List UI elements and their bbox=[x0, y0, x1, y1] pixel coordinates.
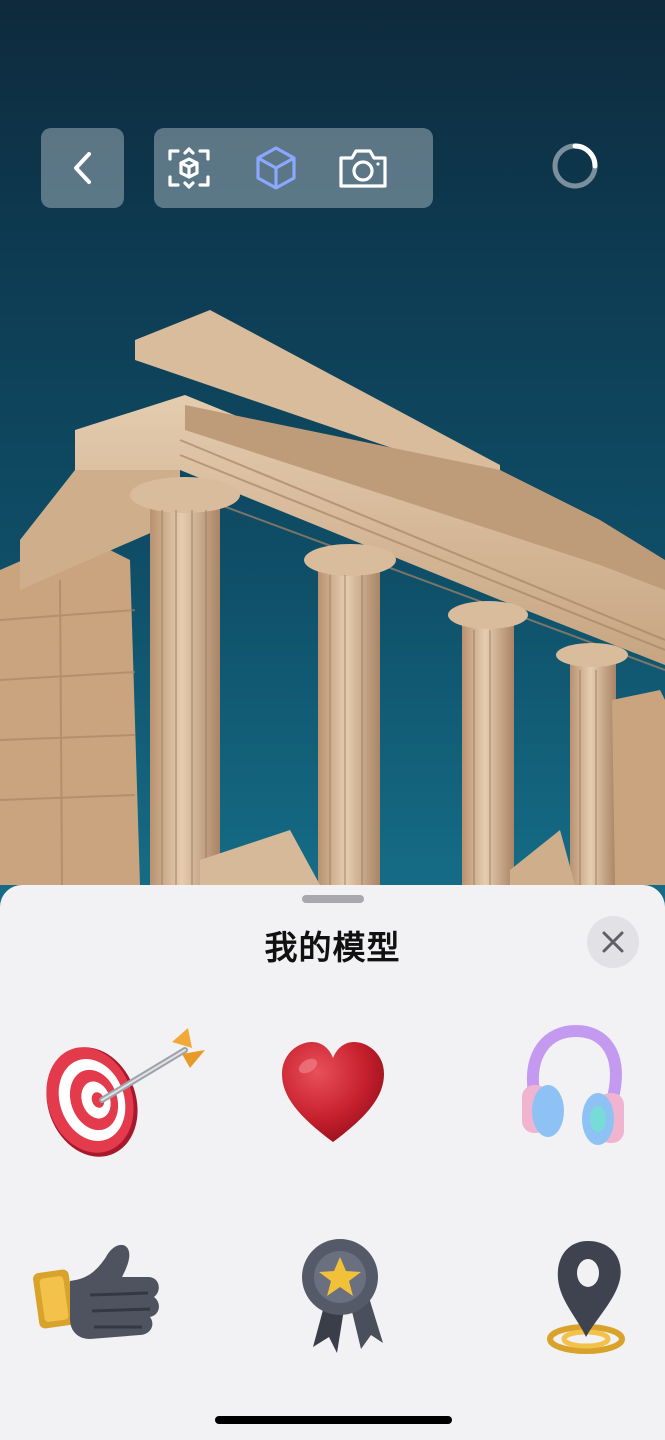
close-icon bbox=[602, 931, 624, 953]
model-item-medal[interactable] bbox=[295, 1235, 390, 1355]
back-button[interactable] bbox=[41, 128, 124, 208]
thumbs-up-icon bbox=[33, 1244, 159, 1339]
close-button[interactable] bbox=[587, 916, 639, 968]
camera-button[interactable] bbox=[337, 142, 389, 194]
ar-scan-icon bbox=[168, 147, 210, 189]
my-models-sheet: 我的模型 bbox=[0, 885, 665, 1440]
model-item-thumbs-up[interactable] bbox=[30, 1235, 165, 1350]
home-indicator[interactable] bbox=[215, 1416, 452, 1424]
model-item-headphones[interactable] bbox=[515, 1020, 630, 1155]
heart-icon bbox=[281, 1041, 384, 1142]
back-chevron-icon bbox=[73, 152, 91, 184]
model-item-heart[interactable] bbox=[270, 1030, 395, 1155]
ar-scan-button[interactable] bbox=[163, 142, 215, 194]
3d-model-button[interactable] bbox=[250, 142, 302, 194]
camera-icon bbox=[339, 149, 387, 188]
loading-spinner-icon bbox=[552, 143, 598, 189]
cube-icon bbox=[256, 146, 296, 190]
sheet-grabber[interactable] bbox=[302, 895, 364, 903]
headphones-icon bbox=[521, 1024, 624, 1145]
view-mode-toolbar bbox=[154, 128, 433, 208]
location-pin-icon bbox=[547, 1241, 625, 1354]
medal-star-icon bbox=[302, 1239, 383, 1353]
ar-viewer-screen: 我的模型 bbox=[0, 0, 665, 1440]
model-item-location-pin[interactable] bbox=[540, 1235, 635, 1360]
model-item-target[interactable] bbox=[40, 1020, 210, 1165]
target-arrow-icon bbox=[46, 1028, 205, 1157]
sheet-title: 我的模型 bbox=[264, 929, 401, 966]
